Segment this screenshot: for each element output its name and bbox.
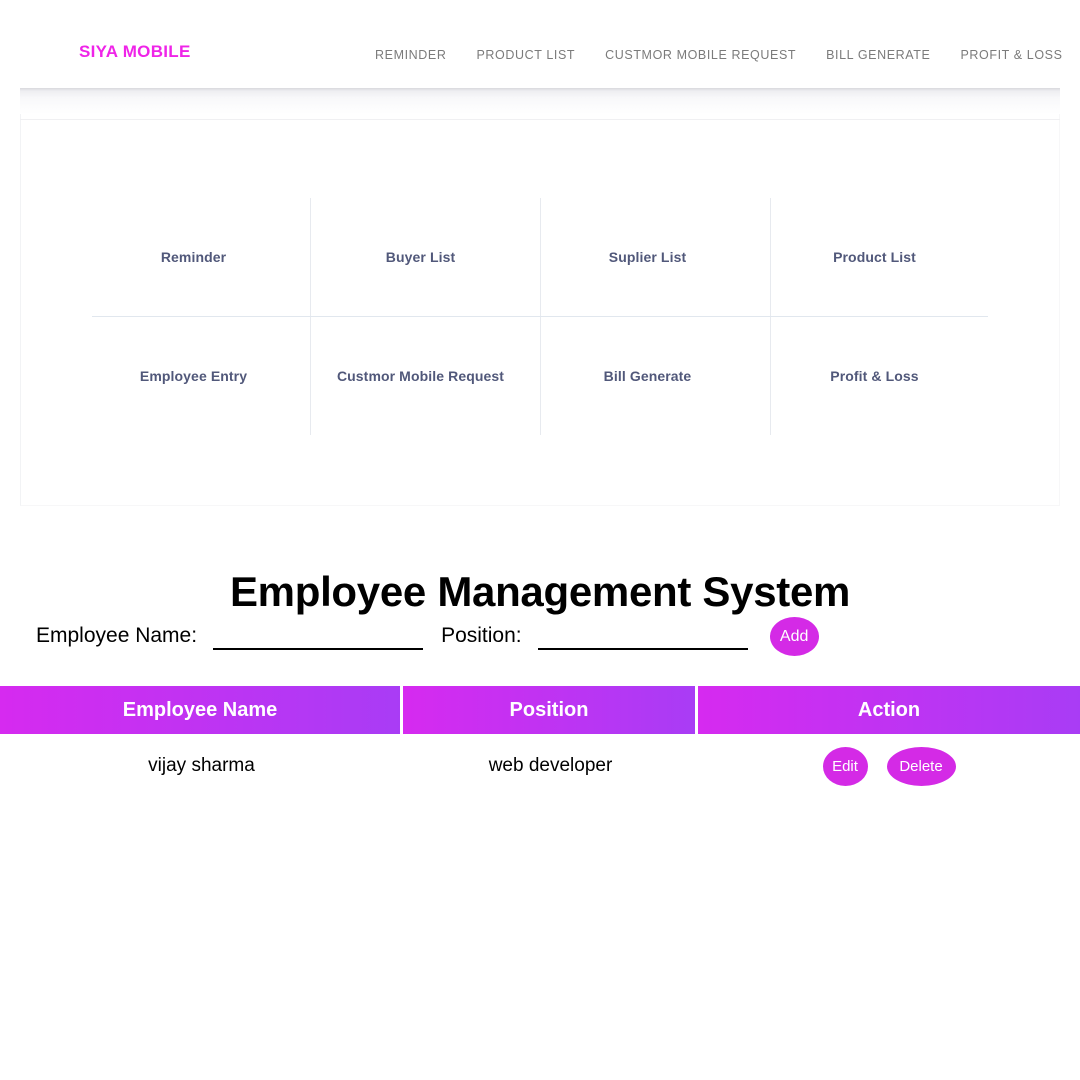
nav-link-bill-generate[interactable]: BILL GENERATE <box>811 48 945 62</box>
nav-item: PROFIT & LOSS <box>945 46 1077 64</box>
grid-item-suplier-list[interactable]: Suplier List <box>534 198 761 316</box>
table-header-row: Employee Name Position Action <box>0 686 1080 736</box>
page-title: Employee Management System <box>229 568 851 616</box>
cell-employee-name: vijay sharma <box>0 736 403 796</box>
grid-item-buyer-list[interactable]: Buyer List <box>307 198 534 316</box>
page-root: SIYA MOBILE REMINDER PRODUCT LIST CUSTMO… <box>0 0 1080 1080</box>
cell-position: web developer <box>403 736 698 796</box>
panel-divider <box>20 119 1060 120</box>
employee-table: Employee Name Position Action vijay shar… <box>0 686 1080 796</box>
position-label: Position: <box>441 623 522 647</box>
table-body: vijay sharma web developer Edit Delete <box>0 736 1080 796</box>
column-header-employee-name: Employee Name <box>0 686 403 736</box>
brand-logo[interactable]: SIYA MOBILE <box>79 42 191 62</box>
panel-top-shadow <box>20 88 1060 114</box>
employee-name-label: Employee Name: <box>36 623 198 647</box>
add-button[interactable]: Add <box>769 617 819 656</box>
nav-link-profit-and-loss[interactable]: PROFIT & LOSS <box>945 48 1077 62</box>
grid-item-profit-and-loss[interactable]: Profit & Loss <box>761 316 988 435</box>
action-button-group: Edit Delete <box>698 746 1080 786</box>
cell-action: Edit Delete <box>698 736 1080 796</box>
position-input[interactable] <box>537 620 748 650</box>
employee-name-input[interactable] <box>213 620 424 650</box>
grid-item-employee-entry[interactable]: Employee Entry <box>80 316 307 435</box>
grid-item-custmor-mobile-request[interactable]: Custmor Mobile Request <box>307 316 534 435</box>
grid-item-reminder[interactable]: Reminder <box>80 198 307 316</box>
nav-item: CUSTMOR MOBILE REQUEST <box>590 46 811 64</box>
nav-menu: REMINDER PRODUCT LIST CUSTMOR MOBILE REQ… <box>360 46 1078 64</box>
shortcut-grid: Reminder Buyer List Suplier List Product… <box>80 198 988 435</box>
edit-button[interactable]: Edit <box>822 746 868 786</box>
table-head: Employee Name Position Action <box>0 686 1080 736</box>
nav-link-custmor-mobile-request[interactable]: CUSTMOR MOBILE REQUEST <box>590 48 811 62</box>
nav-item: REMINDER <box>360 46 461 64</box>
nav-item: BILL GENERATE <box>811 46 945 64</box>
nav-link-reminder[interactable]: REMINDER <box>360 48 461 62</box>
nav-link-product-list[interactable]: PRODUCT LIST <box>461 48 590 62</box>
table-row: vijay sharma web developer Edit Delete <box>0 736 1080 796</box>
employee-entry-form: Employee Name: Position: Add <box>36 612 1044 658</box>
column-header-action: Action <box>698 686 1080 736</box>
grid-item-bill-generate[interactable]: Bill Generate <box>534 316 761 435</box>
grid-item-product-list[interactable]: Product List <box>761 198 988 316</box>
navbar: SIYA MOBILE REMINDER PRODUCT LIST CUSTMO… <box>0 0 1080 88</box>
nav-item: PRODUCT LIST <box>461 46 590 64</box>
column-header-position: Position <box>403 686 698 736</box>
delete-button[interactable]: Delete <box>886 746 956 786</box>
